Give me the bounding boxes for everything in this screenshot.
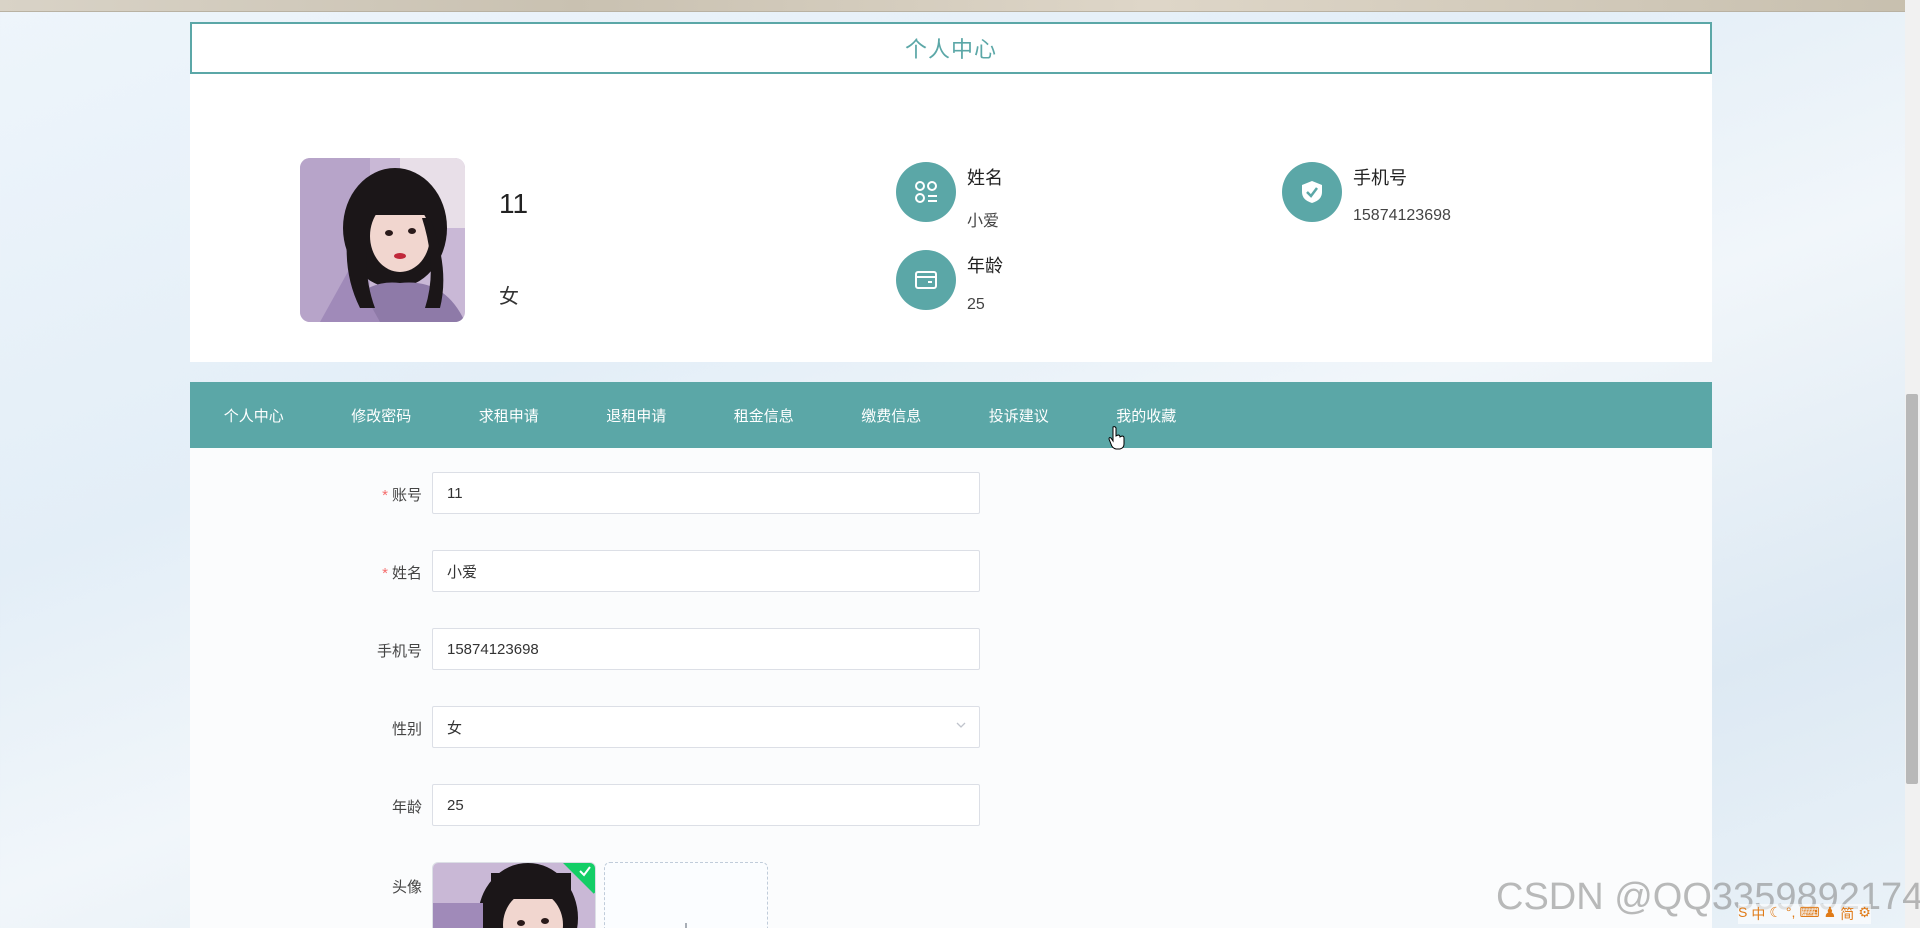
form-row-phone: 手机号 [190, 628, 1712, 674]
form-row-account: * 账号 [190, 472, 1712, 518]
age-input[interactable] [432, 784, 980, 826]
keyboard-icon[interactable]: ⌨ [1799, 904, 1819, 924]
skin-icon[interactable]: ♟ [1824, 904, 1837, 924]
moon-icon[interactable]: ☾ [1769, 904, 1782, 924]
label-age: 年龄 [391, 799, 422, 816]
label-gender: 性别 [391, 721, 422, 738]
account-input[interactable] [432, 472, 980, 514]
tab-complaints[interactable]: 投诉建议 [955, 405, 1083, 426]
avatar-upload-button[interactable] [604, 862, 768, 928]
tab-personal-center[interactable]: 个人中心 [190, 405, 318, 426]
tab-change-password[interactable]: 修改密码 [318, 405, 446, 426]
info-label-name: 姓名 [967, 168, 1003, 188]
label-name: * 姓名 [382, 565, 422, 582]
tab-cancel-rent[interactable]: 退租申请 [573, 405, 701, 426]
tab-favorites[interactable]: 我的收藏 [1083, 405, 1211, 426]
ime-chinese-toggle[interactable]: 中 [1751, 904, 1765, 924]
punctuation-icon[interactable]: °, [1786, 904, 1796, 924]
shield-check-icon [1282, 162, 1342, 222]
form-row-age: 年龄 [190, 784, 1712, 830]
page-title-text: 个人中心 [904, 37, 997, 62]
chevron-down-icon [956, 722, 966, 728]
simplified-toggle[interactable]: 简 [1840, 904, 1854, 924]
label-avatar: 头像 [391, 879, 422, 896]
label-phone: 手机号 [376, 643, 422, 660]
label-account: * 账号 [382, 487, 422, 504]
page-container: 个人中心 11 女 姓名 小爱 手机号 15874123698 年龄 25 个人… [190, 22, 1712, 928]
info-value-name: 小爱 [967, 213, 1000, 230]
name-input[interactable] [432, 550, 980, 592]
scrollbar-thumb[interactable] [1906, 394, 1918, 784]
info-label-age: 年龄 [967, 256, 1003, 276]
profile-avatar [300, 158, 465, 322]
wallet-icon [896, 250, 956, 310]
ime-logo-icon[interactable]: S [1738, 904, 1747, 924]
form-row-avatar: 头像 [190, 862, 1712, 928]
tab-payment-info[interactable]: 缴费信息 [828, 405, 956, 426]
phone-input[interactable] [432, 628, 980, 670]
avatar-upload-thumbnail[interactable] [432, 862, 596, 928]
profile-tabs: 个人中心 修改密码 求租申请 退租申请 租金信息 缴费信息 投诉建议 我的收藏 [190, 382, 1712, 448]
browser-top-strip [0, 0, 1920, 12]
profile-username: 11 [499, 188, 529, 219]
plus-icon [685, 923, 687, 928]
settings-icon[interactable]: ⚙ [1858, 904, 1871, 924]
gender-select[interactable] [432, 706, 980, 748]
info-value-age: 25 [967, 296, 985, 313]
ime-toolbar[interactable]: S 中 ☾ °, ⌨ ♟ 简 ⚙ [1738, 904, 1871, 924]
tab-rent-info[interactable]: 租金信息 [700, 405, 828, 426]
form-row-name: * 姓名 [190, 550, 1712, 596]
profile-card: 11 女 姓名 小爱 手机号 15874123698 年龄 25 [190, 74, 1712, 362]
profile-form: *账号 *姓名 手机号 性别 年龄 头像 [190, 448, 1712, 928]
tab-rent-request[interactable]: 求租申请 [445, 405, 573, 426]
info-value-phone: 15874123698 [1353, 207, 1451, 224]
form-row-gender: 性别 [190, 706, 1712, 752]
hand-cursor-icon [1108, 426, 1125, 450]
page-title: 个人中心 [190, 22, 1712, 74]
profile-gender: 女 [499, 286, 519, 308]
check-icon [579, 866, 591, 877]
apps-grid-icon [896, 162, 956, 222]
info-label-phone: 手机号 [1353, 168, 1407, 188]
